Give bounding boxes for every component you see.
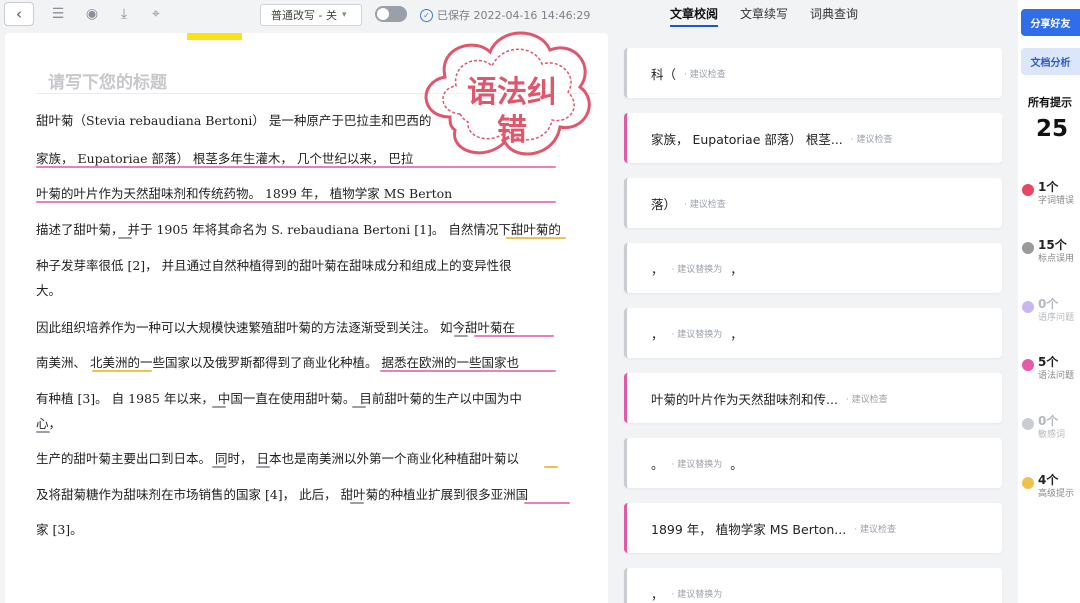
text-line: 种子发芽率很低 [2]， 并且通过自然种植得到的甜叶菊在甜味成分和组成上的变异性…: [36, 258, 512, 273]
stamp-text-line1: 语法纠: [467, 75, 557, 110]
download-icon[interactable]: ⤓: [114, 5, 134, 23]
text-line: 家 [3]。: [36, 522, 83, 537]
suggestion-card[interactable]: 。 · 建议替换为。: [624, 438, 1002, 488]
tab-proofread[interactable]: 文章校阅: [670, 5, 719, 27]
chevron-left-icon: ‹: [16, 5, 22, 23]
text-line: 甜叶菊（Stevia rebaudiana Bertoni） 是一种原产于巴拉圭…: [36, 113, 432, 128]
share-button[interactable]: 分享好友: [1021, 9, 1080, 36]
status-dot-icon: [1022, 184, 1034, 196]
suggestion-card[interactable]: ， · 建议替换为，: [624, 243, 1002, 293]
tab-dictionary[interactable]: 词典查询: [810, 5, 858, 27]
suggestion-card[interactable]: 科（ · 建议检查: [624, 48, 1002, 98]
status-dot-icon: [1022, 477, 1034, 489]
rewrite-mode-label: 普通改写 - 关: [271, 9, 337, 22]
suggestion-card[interactable]: ， · 建议替换为，: [624, 308, 1002, 358]
all-hints-count: 25: [1036, 116, 1069, 142]
title-input[interactable]: 请写下您的标题: [48, 68, 167, 93]
text-line: 生产的甜叶菊主要出口到日本。 同时， 日本也是南美洲以外第一个商业化种植甜叶菊以: [36, 448, 558, 468]
highlight-marker: [187, 33, 242, 40]
grammar-correction-stamp: 语法纠 错: [410, 22, 600, 172]
text-line: 及将甜菊糖作为甜味剂在市场销售的国家 [4]， 此后， 甜叶菊的种植业扩展到很多…: [36, 484, 570, 504]
chevron-down-icon: ▾: [341, 10, 347, 20]
document-analysis-button[interactable]: 文档分析: [1021, 48, 1080, 75]
text-line: 心，: [36, 416, 62, 433]
back-button[interactable]: ‹: [4, 2, 34, 26]
rewrite-toggle[interactable]: [375, 6, 407, 22]
suggestion-card[interactable]: 落） · 建议检查: [624, 178, 1002, 228]
suggestion-card[interactable]: 1899 年， 植物学家 MS Berton... · 建议检查: [624, 503, 1002, 553]
check-circle-icon: ✓: [420, 8, 433, 22]
save-status: ✓ 已保存 2022-04-16 14:46:29: [420, 7, 590, 23]
panel-tabs: 文章校阅 文章续写 词典查询: [670, 5, 858, 27]
tag-icon[interactable]: ⌖: [146, 5, 166, 23]
status-dot-icon: [1022, 301, 1034, 313]
status-dot-icon: [1022, 359, 1034, 371]
text-line: 描述了甜叶菊， 并于 1905 年将其命名为 S. rebaudiana Ber…: [36, 219, 566, 239]
outline-icon[interactable]: ☰: [48, 5, 68, 23]
text-line: 因此组织培养作为一种可以大规模快速繁殖甜叶菊的方法逐渐受到关注。 如今甜叶菊在: [36, 317, 554, 337]
text-line: 大。: [36, 283, 62, 298]
text-line: 有种植 [3]。 自 1985 年以来， 中国一直在使用甜叶菊。 目前甜叶菊的生…: [36, 391, 522, 408]
suggestion-card[interactable]: 家族， Eupatoriae 部落） 根茎... · 建议检查: [624, 113, 1002, 163]
all-hints-label: 所有提示: [1028, 96, 1072, 109]
text-line: 家族， Eupatoriae 部落） 根茎多年生灌木， 几个世纪以来， 巴拉: [36, 148, 556, 168]
save-status-text: 已保存 2022-04-16 14:46:29: [437, 9, 591, 22]
suggestion-card[interactable]: 叶菊的叶片作为天然甜味剂和传... · 建议检查: [624, 373, 1002, 423]
rewrite-mode-select[interactable]: 普通改写 - 关 ▾: [260, 4, 362, 26]
text-line: 叶菊的叶片作为天然甜味剂和传统药物。 1899 年， 植物学家 MS Berto…: [36, 183, 556, 203]
voice-icon[interactable]: ◉: [82, 5, 102, 23]
tab-continue-writing[interactable]: 文章续写: [740, 5, 788, 27]
status-dot-icon: [1022, 242, 1034, 254]
text-line: 南美洲、 北美洲的一些国家以及俄罗斯都得到了商业化种植。 据悉在欧洲的一些国家也: [36, 352, 556, 372]
status-dot-icon: [1022, 418, 1034, 430]
suggestion-card[interactable]: ， · 建议替换为: [624, 568, 1002, 603]
right-sidebar: 分享好友 文档分析 所有提示 25 1个 字词错误 15个 标点误用 0个 语序问题 …: [1018, 0, 1080, 603]
stamp-text-line2: 错: [497, 113, 527, 148]
